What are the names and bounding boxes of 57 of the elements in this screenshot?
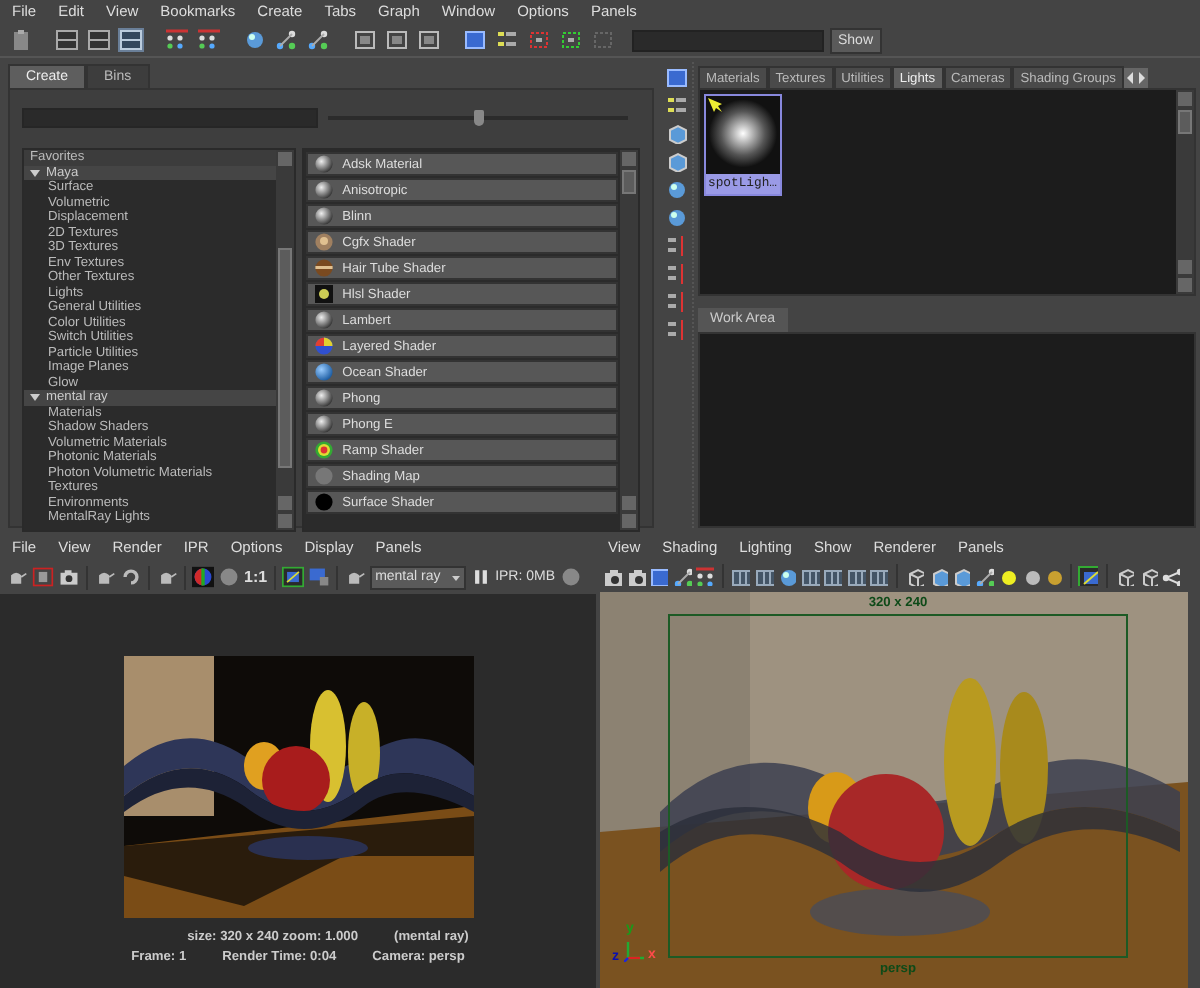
camera-icon[interactable] — [58, 566, 80, 588]
cube-icon[interactable] — [664, 150, 688, 172]
slider-thumb[interactable] — [474, 110, 484, 126]
list-icon[interactable] — [494, 28, 520, 52]
sphere-swatch-icon — [314, 206, 335, 226]
camera-icon[interactable] — [625, 566, 645, 586]
flat-swatch-icon — [314, 466, 335, 486]
refresh-icon[interactable] — [120, 566, 142, 588]
spotlight-icon — [706, 96, 724, 114]
filter-field[interactable] — [22, 108, 318, 128]
image-icon[interactable] — [281, 566, 304, 588]
layout-icon[interactable] — [54, 28, 80, 52]
sphere-icon[interactable] — [664, 206, 688, 228]
rgb-icon[interactable] — [192, 566, 214, 588]
ramp-swatch-icon — [314, 440, 335, 460]
region-icon[interactable] — [32, 566, 54, 588]
sphere-swatch-icon — [314, 388, 335, 408]
search-field[interactable] — [632, 29, 824, 51]
expand-arrow-icon[interactable] — [30, 392, 40, 403]
expand-arrow-icon[interactable] — [30, 167, 40, 178]
multicolor-swatch-icon — [314, 336, 335, 356]
pause-icon[interactable] — [469, 566, 492, 588]
layout-icon[interactable] — [118, 28, 144, 52]
circle-icon[interactable] — [559, 566, 582, 588]
circle-icon[interactable] — [218, 566, 240, 588]
image-icon[interactable] — [1078, 566, 1098, 586]
cube-icon[interactable] — [664, 122, 688, 144]
cube-icon[interactable] — [904, 566, 924, 586]
actual-size-button[interactable]: 1:1 — [244, 568, 268, 586]
layout-icon[interactable] — [86, 28, 112, 52]
clipboard-icon[interactable] — [8, 28, 34, 52]
flower-swatch-icon — [314, 284, 335, 304]
share-icon[interactable] — [1160, 566, 1180, 586]
sphere-swatch-icon — [314, 414, 335, 434]
dark-swatch-icon — [314, 492, 335, 512]
caret-icon[interactable] — [451, 573, 460, 581]
list-icon[interactable] — [664, 94, 688, 116]
light-icon[interactable] — [996, 566, 1016, 586]
camera-icon[interactable] — [602, 566, 622, 586]
cube-icon[interactable] — [1137, 566, 1157, 586]
emblem-swatch-icon — [314, 232, 335, 252]
axis-triad-icon — [624, 938, 648, 962]
sort-icon[interactable] — [664, 262, 688, 284]
sphere-swatch-icon — [314, 180, 335, 200]
ocean-swatch-icon — [314, 362, 335, 382]
sphere-swatch-icon — [314, 310, 335, 330]
striped-swatch-icon — [314, 258, 335, 278]
sort-icon[interactable] — [664, 318, 688, 340]
sphere-swatch-icon — [314, 154, 335, 174]
scrollbar[interactable] — [276, 150, 295, 530]
sphere-icon[interactable] — [664, 178, 688, 200]
panel-icon[interactable] — [664, 66, 688, 88]
scrollbar[interactable] — [620, 150, 638, 530]
scrollbar[interactable] — [1176, 90, 1194, 294]
cube-icon[interactable] — [1114, 566, 1134, 586]
sort-icon[interactable] — [664, 290, 688, 312]
sort-icon[interactable] — [664, 234, 688, 256]
